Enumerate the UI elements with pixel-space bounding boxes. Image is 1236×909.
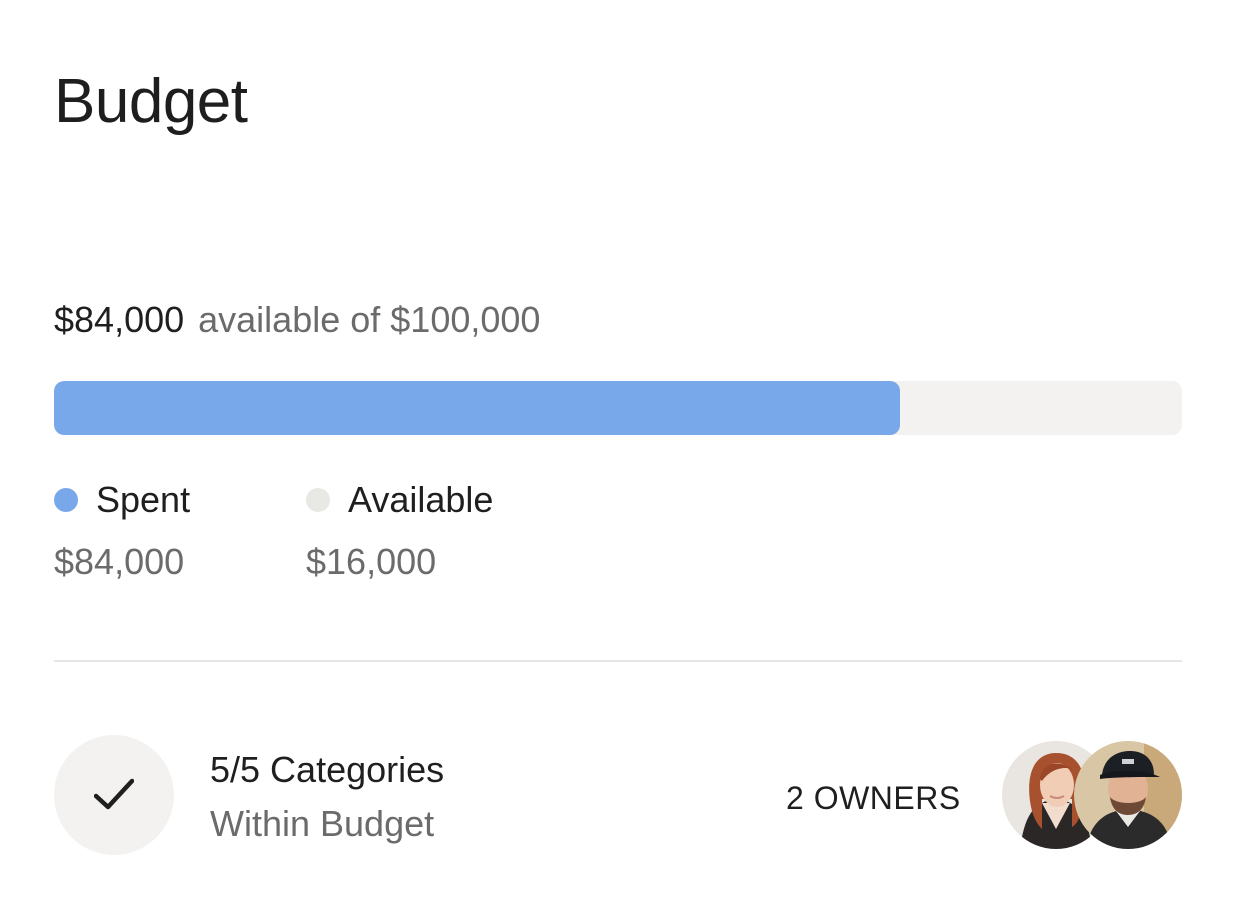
legend-spent-label: Spent — [96, 479, 191, 520]
card-title: Budget — [54, 67, 248, 136]
budget-progress-bar — [54, 381, 1182, 435]
summary-text: available of $100,000 — [198, 299, 541, 340]
available-dot-icon — [306, 488, 330, 512]
budget-card: Budget $84,000 available of $100,000 Spen… — [54, 0, 1182, 909]
categories-count: 5/5 Categories — [210, 749, 445, 790]
legend-available-value: $16,000 — [306, 541, 437, 582]
checkmark-icon — [94, 778, 134, 810]
owners-label: 2 OWNERS — [786, 780, 961, 816]
owner-avatar-man[interactable] — [1074, 741, 1182, 849]
categories-status-text: Within Budget — [210, 803, 435, 844]
legend-spent-value: $84,000 — [54, 541, 185, 582]
budget-summary: $84,000 available of $100,000 — [54, 298, 540, 342]
summary-amount: $84,000 — [54, 299, 185, 340]
spent-dot-icon — [54, 488, 78, 512]
budget-progress-fill — [54, 381, 900, 435]
categories-status-badge — [54, 735, 174, 855]
legend-available-label: Available — [348, 479, 494, 520]
divider — [54, 660, 1182, 662]
man-avatar-icon — [1074, 741, 1182, 849]
